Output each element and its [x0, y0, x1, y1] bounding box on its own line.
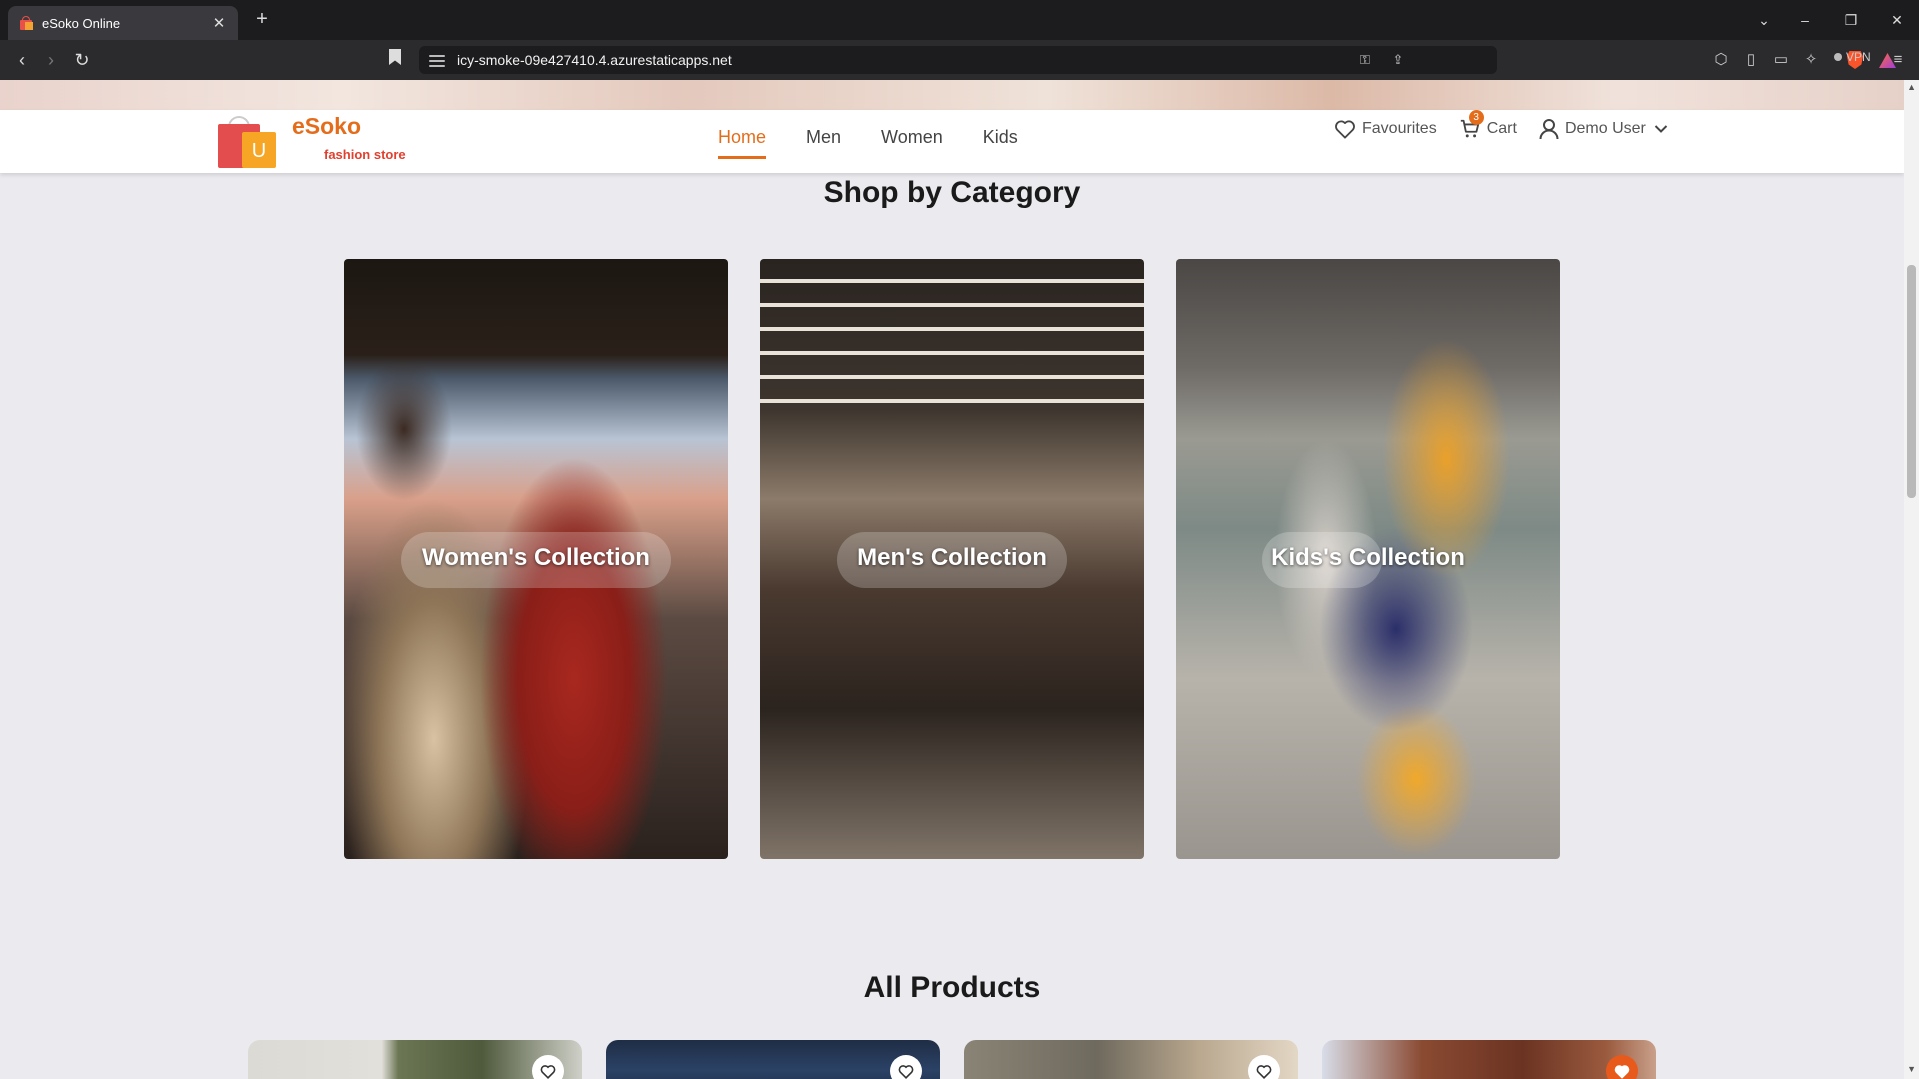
chevron-down-icon — [1654, 125, 1668, 133]
favourites-link[interactable]: Favourites — [1334, 119, 1437, 139]
shop-by-category-title: Shop by Category — [823, 176, 1081, 209]
tab-title: eSoko Online — [42, 15, 121, 31]
user-icon — [1539, 119, 1559, 140]
favorite-button[interactable] — [532, 1055, 564, 1079]
menu-icon[interactable]: ≡ — [1888, 50, 1908, 70]
restore-icon[interactable]: ❐ — [1839, 8, 1863, 32]
scroll-up-icon[interactable]: ▲ — [1907, 82, 1916, 92]
cart-count-badge: 3 — [1468, 110, 1484, 125]
user-menu[interactable]: Demo User — [1539, 118, 1674, 140]
product-card[interactable] — [964, 1040, 1298, 1079]
close-tab-icon[interactable]: ✕ — [210, 14, 228, 32]
page-viewport: U eSoko fashion store Home Men Women Kid… — [0, 80, 1919, 1079]
esoko-favicon-icon — [18, 15, 34, 31]
nav-kids[interactable]: Kids — [983, 127, 1018, 159]
vpn-status-icon — [1834, 53, 1842, 61]
browser-tab-bar: eSoko Online ✕ + ⌄ – ❐ ✕ — [0, 0, 1919, 40]
bookmark-icon[interactable] — [389, 49, 401, 65]
nav-home[interactable]: Home — [718, 127, 767, 159]
shopping-bag-logo-icon[interactable]: U — [218, 116, 278, 168]
nav-women[interactable]: Women — [881, 127, 943, 159]
tab-list-chevron-icon[interactable]: ⌄ — [1752, 8, 1776, 32]
hero-image-strip — [0, 80, 1904, 110]
address-bar[interactable]: icy-smoke-09e427410.4.azurestaticapps.ne… — [419, 46, 1896, 74]
site-settings-icon[interactable] — [429, 52, 445, 68]
all-products-title: All Products — [863, 971, 1041, 1004]
heart-icon — [1256, 1064, 1272, 1079]
heart-icon — [898, 1064, 914, 1079]
category-card-women[interactable]: Women's Collection — [344, 259, 728, 859]
heart-icon — [1335, 120, 1355, 139]
minimize-icon[interactable]: – — [1793, 8, 1817, 32]
share-icon[interactable]: ⇪ — [1390, 52, 1406, 68]
brand-tagline: fashion store — [324, 147, 406, 162]
header-actions: Favourites 3 Cart Demo User — [1334, 110, 1696, 144]
browser-toolbar: ‹ › ↻ icy-smoke-09e427410.4.azurestatica… — [0, 40, 1919, 80]
back-icon[interactable]: ‹ — [10, 48, 34, 72]
favorite-button-active[interactable] — [1606, 1055, 1638, 1079]
sidebar-icon[interactable]: ▯ — [1741, 50, 1761, 70]
scroll-down-icon[interactable]: ▼ — [1907, 1064, 1916, 1074]
brand-name[interactable]: eSoko — [292, 113, 361, 140]
forward-icon[interactable]: › — [39, 48, 63, 72]
favourites-label: Favourites — [1362, 120, 1437, 137]
category-card-kids[interactable]: Kids's Collection — [1176, 259, 1560, 859]
user-label: Demo User — [1564, 120, 1646, 137]
cart-label: Cart — [1486, 120, 1517, 137]
category-label-men: Men's Collection — [857, 544, 1047, 571]
site-header: U eSoko fashion store Home Men Women Kid… — [0, 110, 1904, 173]
category-label-women: Women's Collection — [422, 544, 650, 571]
vpn-label: VPN — [1846, 50, 1871, 64]
close-window-icon[interactable]: ✕ — [1885, 8, 1909, 32]
product-card[interactable] — [606, 1040, 940, 1079]
page-scrollbar[interactable]: ▲ ▼ — [1904, 80, 1919, 1079]
product-card[interactable] — [248, 1040, 582, 1079]
cart-link[interactable]: 3 Cart — [1459, 110, 1517, 140]
category-label-kids: Kids's Collection — [1271, 544, 1465, 571]
heart-filled-icon — [1614, 1064, 1630, 1079]
scrollbar-thumb[interactable] — [1907, 265, 1916, 498]
favorite-button[interactable] — [1248, 1055, 1280, 1079]
favorite-button[interactable] — [890, 1055, 922, 1079]
category-card-men[interactable]: Men's Collection — [760, 259, 1144, 859]
leo-ai-icon[interactable]: ✧ — [1801, 50, 1821, 70]
extensions-icon[interactable]: ⬡ — [1711, 50, 1731, 70]
wallet-icon[interactable]: ▭ — [1771, 50, 1791, 70]
heart-icon — [540, 1064, 556, 1079]
key-icon[interactable]: ⚿ — [1357, 52, 1373, 68]
url-text[interactable]: icy-smoke-09e427410.4.azurestaticapps.ne… — [457, 52, 732, 68]
browser-tab[interactable]: eSoko Online ✕ — [8, 6, 238, 40]
main-nav: Home Men Women Kids — [718, 127, 1058, 159]
new-tab-icon[interactable]: + — [250, 8, 274, 32]
product-card[interactable] — [1322, 1040, 1656, 1079]
vpn-button[interactable]: VPN — [1834, 50, 1871, 64]
nav-men[interactable]: Men — [806, 127, 841, 159]
reload-icon[interactable]: ↻ — [70, 48, 94, 72]
